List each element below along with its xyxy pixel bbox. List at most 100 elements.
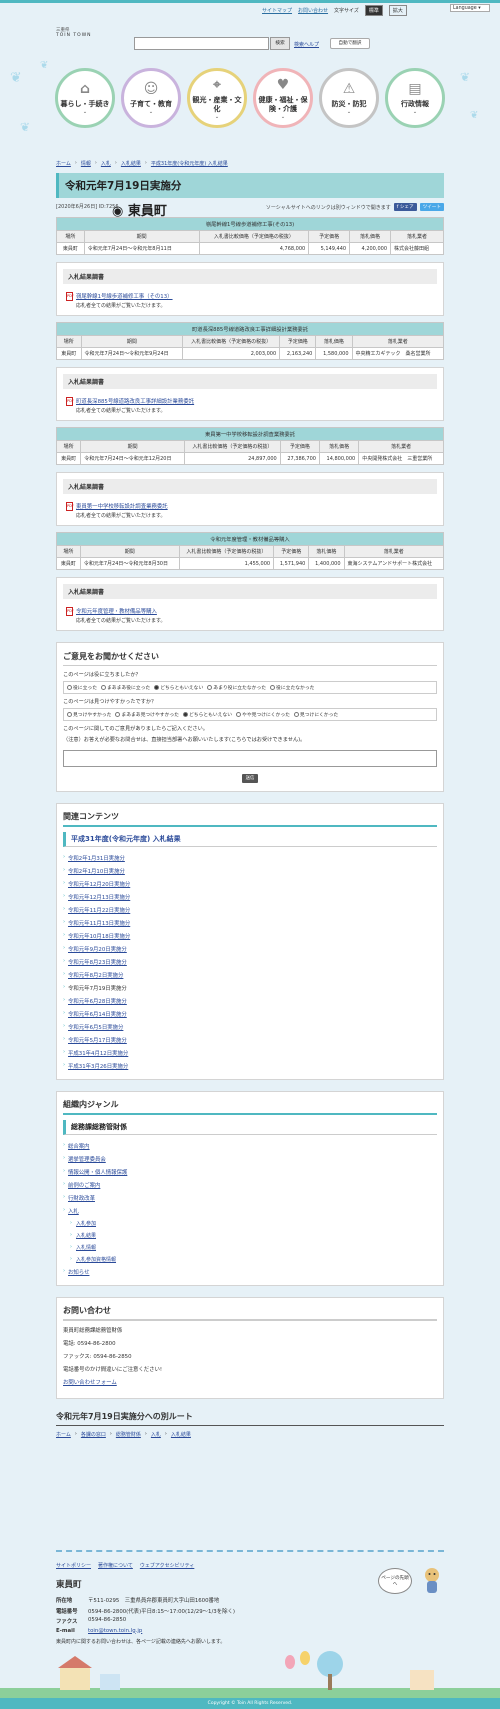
list-item[interactable]: 令和元年6月28日実施分	[63, 994, 437, 1007]
search-help-link[interactable]: 検索ヘルプ	[294, 41, 319, 48]
pdf-link[interactable]: 嶺尾幹線1号線歩道補修工事（その13）	[76, 294, 173, 300]
list-item[interactable]: 令和元年8月2日実施分	[63, 968, 437, 981]
textsize-large-button[interactable]: 拡大	[388, 5, 407, 16]
radio-button[interactable]	[293, 712, 299, 717]
genre-link[interactable]: 行財政改革	[68, 1196, 95, 1202]
footer-link[interactable]: ウェブアクセシビリティ	[140, 1562, 194, 1569]
list-item[interactable]: 令和元年5月17日実施分	[63, 1033, 437, 1046]
list-item[interactable]: 令和元年12月13日実施分	[63, 890, 437, 903]
list-item[interactable]: 令和元年11月13日実施分	[63, 916, 437, 929]
related-link[interactable]: 令和元年8月2日実施分	[68, 973, 123, 979]
contact-link[interactable]: お問い合わせ	[298, 7, 328, 14]
related-link[interactable]: 令和元年6月28日実施分	[68, 999, 127, 1005]
radio-option[interactable]: あまり役に立たなかった	[207, 684, 266, 691]
related-link[interactable]: 令和元年5月17日実施分	[68, 1038, 127, 1044]
list-item[interactable]: 令和元年6月14日実施分	[63, 1007, 437, 1020]
genre-sub-link[interactable]: 入札参加資格情報	[76, 1257, 116, 1263]
related-link[interactable]: 令和元年11月13日実施分	[68, 921, 130, 927]
genre-link[interactable]: 入札	[68, 1209, 79, 1215]
nav-health[interactable]: ♥ 健康・福祉・保険・介護 ⌄	[253, 68, 313, 128]
related-link[interactable]: 令和元年11月22日実施分	[68, 908, 130, 914]
genre-item[interactable]: 前例のご案内	[63, 1178, 437, 1191]
list-item[interactable]: 令和2年1月10日実施分	[63, 864, 437, 877]
radio-option[interactable]: まあまあ見つけやすかった	[115, 711, 179, 718]
genre-sub-link[interactable]: 入札参加	[76, 1221, 96, 1227]
search-input[interactable]	[134, 37, 269, 50]
radio-option[interactable]: 役に立った	[67, 684, 97, 691]
radio-option[interactable]: どちらともいえない	[154, 684, 203, 691]
genre-sub-link[interactable]: 入札結果	[76, 1233, 96, 1239]
related-link[interactable]: 令和2年1月10日実施分	[68, 869, 125, 875]
textsize-standard-button[interactable]: 標準	[364, 5, 383, 16]
footer-link[interactable]: サイトポリシー	[56, 1562, 91, 1569]
radio-option[interactable]: 見つけやすかった	[67, 711, 111, 718]
breadcrumb-item[interactable]: 情報	[81, 160, 91, 167]
genre-item[interactable]: 情報公開・個人情報保護	[63, 1165, 437, 1178]
related-link[interactable]: 令和元年8月23日実施分	[68, 960, 127, 966]
pdf-link[interactable]: 町道長深885号線道路改良工事詳細設計業務委託	[76, 399, 194, 405]
radio-button[interactable]	[207, 685, 213, 690]
related-subtitle[interactable]: 平成31年度(令和元年度) 入札結果	[63, 832, 437, 847]
nav-living[interactable]: ⌂ 暮らし・手続き ⌄	[55, 68, 115, 128]
radio-option[interactable]: まあまあ役に立った	[101, 684, 150, 691]
genre-link[interactable]: 総合案内	[68, 1144, 90, 1150]
alt-route-link[interactable]: 入札結果	[171, 1431, 191, 1438]
list-item[interactable]: 令和元年6月5日実施分	[63, 1020, 437, 1033]
list-item[interactable]: 令和元年12月20日実施分	[63, 877, 437, 890]
radio-option[interactable]: 見つけにくかった	[293, 711, 338, 718]
genre-link[interactable]: お知らせ	[68, 1270, 89, 1276]
related-link[interactable]: 令和元年9月20日実施分	[68, 947, 127, 953]
related-link[interactable]: 令和元年12月20日実施分	[68, 882, 130, 888]
list-item[interactable]: 平成31年4月12日実施分	[63, 1046, 437, 1059]
related-link[interactable]: 平成31年4月12日実施分	[68, 1051, 128, 1057]
genre-link[interactable]: 前例のご案内	[68, 1183, 100, 1189]
alt-route-link[interactable]: 各課の窓口	[81, 1431, 106, 1438]
genre-link[interactable]: 情報公開・個人情報保護	[68, 1170, 127, 1176]
list-item[interactable]: 令和元年11月22日実施分	[63, 903, 437, 916]
radio-button[interactable]	[154, 685, 160, 690]
nav-admin[interactable]: ▤ 行政情報 ⌄	[385, 68, 445, 128]
sitemap-link[interactable]: サイトマップ	[262, 7, 292, 14]
language-select[interactable]: Language ▾	[450, 4, 490, 12]
pdf-link[interactable]: 令和元年度管理・教材備品等購入	[76, 609, 157, 615]
radio-button[interactable]	[270, 685, 276, 690]
alt-route-link[interactable]: ホーム	[56, 1431, 71, 1438]
genre-item[interactable]: 行財政改革	[63, 1191, 437, 1204]
feedback-submit-button[interactable]: 送信	[242, 774, 258, 783]
translate-button[interactable]: 自動で翻訳	[330, 38, 370, 49]
list-item[interactable]: 平成31年3月26日実施分	[63, 1059, 437, 1072]
list-item[interactable]: 令和2年1月31日実施分	[63, 851, 437, 864]
radio-option[interactable]: やや見つけにくかった	[236, 711, 290, 718]
breadcrumb-item[interactable]: 入札結果	[121, 160, 141, 167]
page-top-button[interactable]: ページの先頭へ	[378, 1568, 412, 1594]
genre-sub-item[interactable]: 入札結果	[63, 1229, 437, 1241]
radio-button[interactable]	[101, 685, 106, 690]
genre-item[interactable]: 総合案内	[63, 1139, 437, 1152]
contact-form-link[interactable]: お問い合わせフォーム	[63, 1380, 117, 1386]
alt-route-link[interactable]: 入札	[151, 1431, 161, 1438]
genre-item[interactable]: 選挙管理委員会	[63, 1152, 437, 1165]
feedback-textarea[interactable]	[63, 750, 437, 767]
twitter-share-button[interactable]: ツイート	[419, 203, 444, 211]
genre-sub-item[interactable]: 入札参加資格情報	[63, 1253, 437, 1265]
breadcrumb-item[interactable]: 入札	[101, 160, 111, 167]
list-item[interactable]: 令和元年9月20日実施分	[63, 942, 437, 955]
radio-option[interactable]: どちらともいえない	[182, 711, 232, 718]
radio-button[interactable]	[67, 685, 72, 690]
radio-button[interactable]	[115, 712, 121, 717]
facebook-share-button[interactable]: f シェア	[393, 203, 417, 211]
breadcrumb-item[interactable]: 平成31年度(令和元年度) 入札結果	[151, 160, 228, 167]
genre-item[interactable]: お知らせ	[63, 1265, 437, 1278]
genre-link[interactable]: 選挙管理委員会	[68, 1157, 106, 1163]
radio-button[interactable]	[182, 712, 188, 717]
related-link[interactable]: 平成31年3月26日実施分	[68, 1064, 128, 1070]
nav-tourism[interactable]: ⌖ 観光・産業・文化 ⌄	[187, 68, 247, 128]
radio-option[interactable]: 役に立たなかった	[270, 684, 314, 691]
related-link[interactable]: 令和元年6月14日実施分	[68, 1012, 127, 1018]
genre-sub-item[interactable]: 入札情報	[63, 1241, 437, 1253]
pdf-link[interactable]: 東員第一中学校移転設計調査業務委託	[76, 504, 168, 510]
related-link[interactable]: 令和元年10月18日実施分	[68, 934, 130, 940]
radio-button[interactable]	[67, 712, 72, 717]
related-link[interactable]: 令和元年6月5日実施分	[68, 1025, 123, 1031]
related-link[interactable]: 令和2年1月31日実施分	[68, 856, 125, 862]
